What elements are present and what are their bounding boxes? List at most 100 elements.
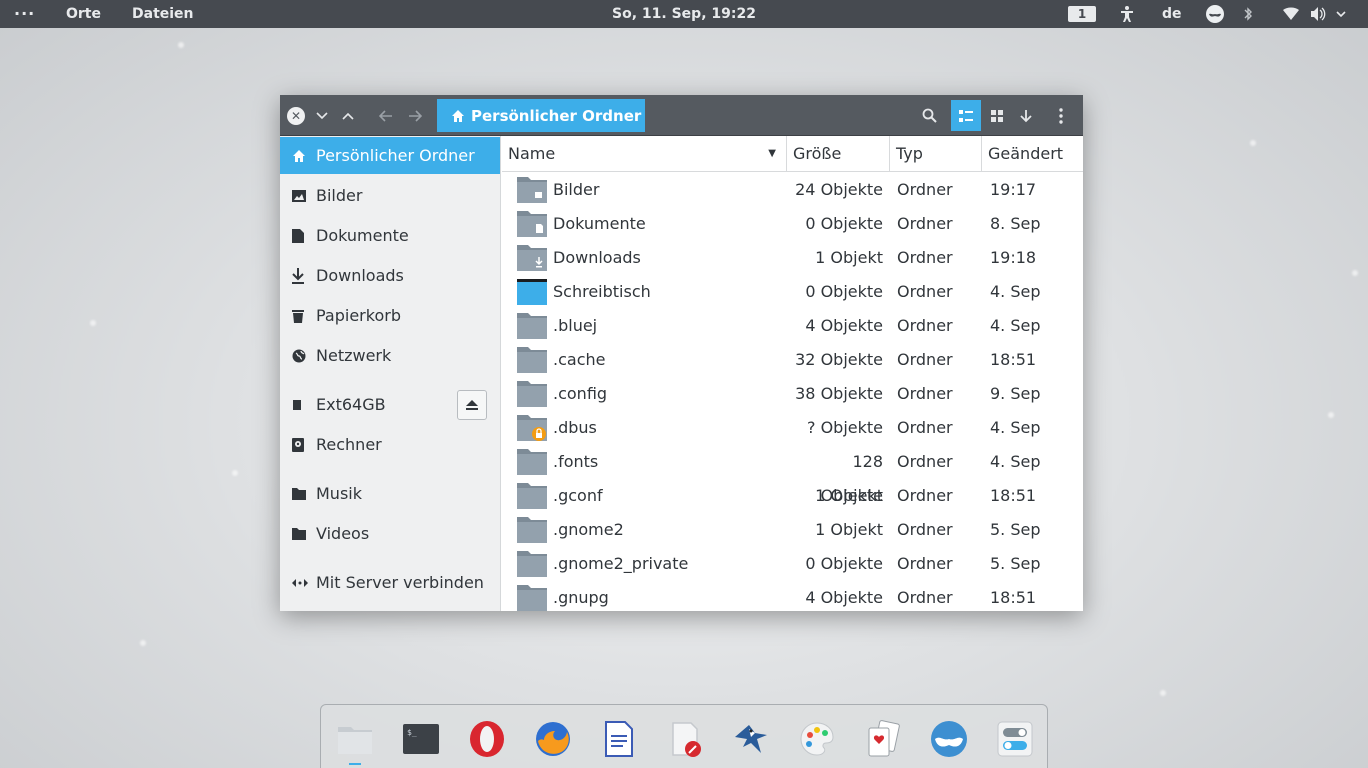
list-view-button[interactable] [951, 100, 981, 131]
column-name[interactable]: Name ▼ [502, 136, 787, 172]
sidebar-item-label: Mit Server verbinden [316, 573, 484, 592]
system-menu-chevron-icon[interactable] [1336, 0, 1346, 28]
table-row[interactable]: .gconf 1 Objekt Ordner 18:51 [502, 479, 1083, 513]
forward-button[interactable] [404, 95, 426, 136]
sidebar-item-trash[interactable]: Papierkorb [280, 297, 500, 334]
clock[interactable]: So, 11. Sep, 19:22 [612, 6, 756, 22]
table-row[interactable]: Schreibtisch 0 Objekte Ordner 4. Sep [502, 275, 1083, 309]
close-button[interactable]: ✕ [286, 95, 306, 136]
minimize-button[interactable] [312, 95, 332, 136]
firefox-app-icon[interactable] [533, 719, 573, 759]
breadcrumb-home[interactable]: Persönlicher Ordner [437, 99, 645, 132]
bluej-app-icon[interactable] [731, 719, 771, 759]
back-button[interactable] [375, 95, 397, 136]
column-type[interactable]: Typ [890, 136, 982, 172]
text-editor-app-icon[interactable] [665, 719, 705, 759]
solitaire-app-icon[interactable] [863, 719, 903, 759]
sidebar-item-videos[interactable]: Videos [280, 515, 500, 552]
volume-icon[interactable] [1310, 0, 1326, 28]
file-name: .config [553, 384, 608, 403]
sidebar-item-label: Videos [316, 524, 370, 543]
paint-app-icon[interactable] [797, 719, 837, 759]
home-icon [452, 109, 464, 122]
sidebar-item-pictures[interactable]: Bilder [280, 177, 500, 214]
table-row[interactable]: .gnome2_private 0 Objekte Ordner 5. Sep [502, 547, 1083, 581]
sidebar-item-music[interactable]: Musik [280, 475, 500, 512]
writer-app-icon[interactable] [599, 719, 639, 759]
accessibility-icon[interactable] [1119, 0, 1135, 28]
file-type: Ordner [897, 214, 953, 233]
file-type: Ordner [897, 350, 953, 369]
table-row[interactable]: .gnome2 1 Objekt Ordner 5. Sep [502, 513, 1083, 547]
file-name: .gnupg [553, 588, 609, 607]
sidebar-item-downloads[interactable]: Downloads [280, 257, 500, 294]
file-type: Ordner [897, 282, 953, 301]
files-app-menu[interactable]: Dateien [132, 0, 194, 28]
keyboard-language[interactable]: de [1162, 0, 1182, 28]
file-size: 1 Objekt [815, 520, 883, 539]
table-row[interactable]: Downloads 1 Objekt Ordner 19:18 [502, 241, 1083, 275]
sidebar-item-label: Downloads [316, 266, 404, 285]
file-modified: 4. Sep [990, 316, 1041, 335]
documents-folder-icon [517, 211, 547, 237]
sidebar-item-label: Dokumente [316, 226, 409, 245]
file-list: Name ▼ Größe Typ Geändert Bilder 24 Objek… [502, 136, 1083, 611]
file-size: 32 Objekte [795, 350, 883, 369]
chevron-down-icon [316, 111, 328, 119]
file-type: Ordner [897, 180, 953, 199]
file-type: Ordner [897, 520, 953, 539]
arrow-right-icon [409, 109, 422, 122]
grid-view-button[interactable] [986, 95, 1008, 136]
pictures-folder-icon [517, 177, 547, 203]
places-menu[interactable]: Orte [66, 0, 101, 28]
close-icon: ✕ [287, 106, 305, 125]
maximize-button[interactable] [338, 95, 358, 136]
table-row[interactable]: .gnupg 4 Objekte Ordner 18:51 [502, 581, 1083, 611]
top-panel: ··· Orte Dateien So, 11. Sep, 19:22 1 de [0, 0, 1368, 28]
user-avatar-icon[interactable] [1206, 5, 1224, 23]
column-size[interactable]: Größe [787, 136, 890, 172]
sidebar-item-label: Persönlicher Ordner [316, 146, 475, 165]
sort-button[interactable] [1015, 95, 1037, 136]
system-settings-app-icon[interactable] [929, 719, 969, 759]
table-row[interactable]: .cache 32 Objekte Ordner 18:51 [502, 343, 1083, 377]
sidebar-item-connect-server[interactable]: Mit Server verbinden [280, 564, 500, 601]
search-button[interactable] [918, 95, 940, 136]
table-row[interactable]: .config 38 Objekte Ordner 9. Sep [502, 377, 1083, 411]
files-app-icon[interactable] [335, 719, 375, 765]
file-modified: 5. Sep [990, 554, 1041, 573]
table-row[interactable]: .bluej 4 Objekte Ordner 4. Sep [502, 309, 1083, 343]
file-name: .bluej [553, 316, 598, 335]
file-modified: 8. Sep [990, 214, 1041, 233]
sidebar-item-label: Netzwerk [316, 346, 392, 365]
file-type: Ordner [897, 588, 953, 607]
eject-button[interactable] [457, 390, 487, 420]
opera-app-icon[interactable] [467, 719, 507, 759]
activities-dots[interactable]: ··· [14, 0, 35, 28]
locked-folder-icon [517, 415, 547, 441]
column-modified[interactable]: Geändert [982, 136, 1082, 172]
table-row[interactable]: Dokumente 0 Objekte Ordner 8. Sep [502, 207, 1083, 241]
sidebar-item-home[interactable]: Persönlicher Ordner [280, 137, 500, 174]
dock: $_ [320, 704, 1048, 768]
table-row[interactable]: .dbus ? Objekte Ordner 4. Sep [502, 411, 1083, 445]
sidebar-item-documents[interactable]: Dokumente [280, 217, 500, 254]
file-modified: 4. Sep [990, 452, 1041, 471]
folder-icon [517, 449, 547, 475]
file-name: .cache [553, 350, 606, 369]
sidebar-item-computer[interactable]: Rechner [280, 426, 500, 463]
file-type: Ordner [897, 486, 953, 505]
sidebar-item-network[interactable]: Netzwerk [280, 337, 500, 374]
toggle-settings-app-icon[interactable] [995, 719, 1035, 759]
arrow-down-icon [1020, 109, 1032, 122]
file-size: 1 Objekt [815, 248, 883, 267]
table-row[interactable]: .fonts 128 Objekte Ordner 4. Sep [502, 445, 1083, 505]
file-name: .gnome2_private [553, 554, 689, 573]
menu-button[interactable] [1052, 95, 1070, 136]
workspace-indicator[interactable]: 1 [1068, 6, 1096, 22]
bluetooth-icon[interactable] [1243, 0, 1253, 28]
table-row[interactable]: Bilder 24 Objekte Ordner 19:17 [502, 173, 1083, 207]
wifi-icon[interactable] [1283, 0, 1299, 28]
terminal-app-icon[interactable]: $_ [401, 719, 441, 759]
file-name: Bilder [553, 180, 600, 199]
